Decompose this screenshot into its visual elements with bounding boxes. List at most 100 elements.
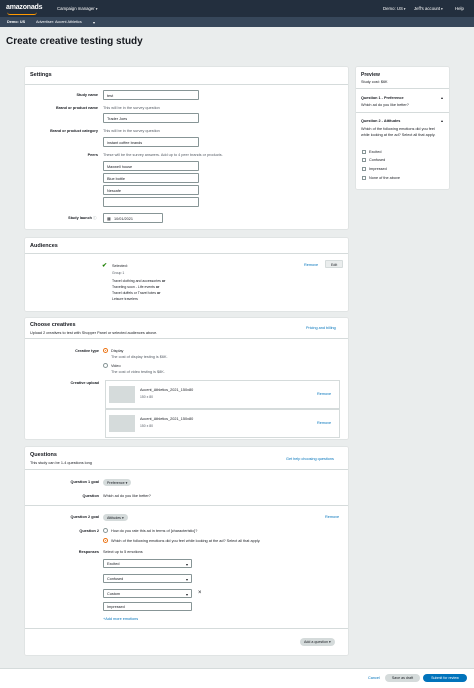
category-input[interactable]: instant coffee brands [103,137,199,147]
video-radio[interactable] [103,363,108,368]
questions-heading: Questions [30,452,57,458]
remove-audience-link[interactable]: Remove [304,263,318,267]
checkbox-none[interactable] [362,176,366,180]
preview-q1-title: Question 1 - Preference [361,96,404,100]
question-2-option-1-radio[interactable] [103,528,108,533]
chevron-down-icon[interactable]: ▾ [93,20,95,25]
divider [25,253,348,254]
divider [25,505,348,506]
creative-upload-label: Creative upload [70,381,99,385]
study-launch-label: Study launch [68,216,92,220]
remove-question-2-link[interactable]: Remove [325,515,339,519]
question-1-label: Question [82,494,99,498]
question-2-option-1: How do you rate this ad in terms of [cha… [111,529,198,533]
peers-help: These will be the survey answers. Add up… [103,153,223,157]
checkbox-excited[interactable] [362,150,366,154]
creative-file-size: 150 x 80 [140,424,154,428]
study-name-label: Study name [76,93,98,97]
category-label: Brand or product category [50,129,98,133]
question-2-label: Question 2 [79,529,99,533]
chevron-up-icon[interactable]: ▴ [441,95,443,100]
creative-thumbnail [109,386,135,403]
add-more-emotions-link[interactable]: +Add more emotions [103,617,138,621]
divider [25,84,348,85]
user-menu[interactable]: Jeff's account [414,6,443,11]
display-radio[interactable] [103,348,108,353]
preview-q2-text: Which of the following emotions did you … [361,127,436,137]
divider [25,469,348,470]
submit-for-review-button[interactable]: Submit for review [423,674,467,682]
remove-creative-link[interactable]: Remove [317,421,331,425]
peer-input-3[interactable]: Nescafe [103,185,199,195]
category-help: This will be in the survey question [103,129,160,133]
close-icon[interactable]: × [198,590,202,596]
remove-creative-link[interactable]: Remove [317,392,331,396]
peer-input-2[interactable]: Blue bottle [103,173,199,183]
add-question-button[interactable]: Add a question [300,638,335,646]
check-icon: ✔ [102,263,108,269]
creative-file-size: 150 x 80 [140,395,154,399]
peer-input-4[interactable] [103,197,199,207]
questions-card: Questions This study can be 1-4 question… [25,447,348,655]
brand-label: Brand or product name [56,106,98,110]
pricing-billing-link[interactable]: Pricing and billing [306,326,336,330]
brand-help: This will be in the survey question [103,106,160,110]
audience-item: Travel duffels or Travel totes or [112,291,161,295]
response-dropdown-3[interactable]: Custom [103,589,192,598]
divider [356,112,449,113]
cancel-link[interactable]: Cancel [368,676,380,680]
creatives-heading: Choose creatives [30,322,76,328]
account-menu[interactable]: Demo: US [383,6,406,11]
option-label: Impressed [369,167,387,171]
footer-bar: Cancel Save as draft Submit for review [0,668,474,688]
question-1-goal-dropdown[interactable]: Preference [103,479,132,486]
option-label: None of the above [369,176,401,180]
peer-input-1[interactable]: Maxwell house [103,161,199,171]
brand-input[interactable]: Trader Joes [103,113,199,123]
amazon-smile-icon [7,12,37,15]
study-cost: Study cost: $6K [361,80,388,84]
creatives-card: Choose creatives Upload 2 creatives to t… [25,318,348,439]
campaign-manager-menu[interactable]: Campaign manager [57,6,97,11]
audiences-card: Audiences ✔ Selected: Group 1 Travel clo… [25,238,348,311]
amazon-ads-logo[interactable]: amazonads [6,4,43,11]
preview-card: Preview Study cost: $6K Question 1 - Pre… [356,67,449,189]
creative-file-name: Accent_Athletics_2021_150x80 [140,417,194,421]
custom-response-input[interactable]: Impressed [103,602,192,611]
question-1-goal-label: Question 1 goal [70,480,99,484]
option-label: Confused [369,158,386,162]
settings-heading: Settings [30,72,52,78]
display-cost: The cost of display testing is $6K. [111,355,168,359]
edit-audience-button[interactable]: Edit [325,260,343,268]
response-dropdown-2[interactable]: Confused [103,574,192,583]
response-dropdown-1[interactable]: Excited [103,559,192,568]
creative-file-name: Accent_Athletics_2021_150x80 [140,388,194,392]
question-2-goal-label: Question 2 goal [70,515,99,519]
checkbox-impressed[interactable] [362,167,366,171]
creative-type-label: Creative type [75,349,99,353]
video-option-label: Video [111,364,121,368]
preview-q1-text: Which ad do you like better? [361,103,409,107]
question-2-goal-dropdown[interactable]: Attitudes [103,514,128,521]
checkbox-confused[interactable] [362,158,366,162]
selected-label: Selected: [112,264,128,268]
country-selector[interactable]: Demo: US [7,20,25,24]
help-choosing-questions-link[interactable]: Get help choosing questions [286,457,334,461]
question-2-option-2-radio[interactable] [103,538,108,543]
group-label: Group 1 [112,271,125,275]
questions-subtitle: This study can be 1-4 questions long [30,461,92,465]
help-link[interactable]: Help [455,6,464,11]
advertiser-selector[interactable]: Advertiser: Accent Athletics [36,20,82,24]
divider [25,628,348,629]
settings-card: Settings Study name test Brand or produc… [25,67,348,229]
save-draft-button[interactable]: Save as draft [385,674,420,682]
info-icon[interactable]: ⓘ [93,216,97,221]
preview-heading: Preview [361,72,380,78]
study-launch-date-input[interactable]: ▦ 10/01/2021 [103,213,163,223]
chevron-up-icon[interactable]: ▴ [441,118,443,123]
audience-item: Travel clothing and accessories or [112,279,166,283]
study-name-input[interactable]: test [103,90,199,100]
top-navigation-bar: amazonads Campaign manager Demo: US Jeff… [0,0,474,17]
preview-q2-title: Question 2 - Attitudes [361,119,401,123]
creative-file-row: Accent_Athletics_2021_150x80 150 x 80 Re… [105,380,340,409]
